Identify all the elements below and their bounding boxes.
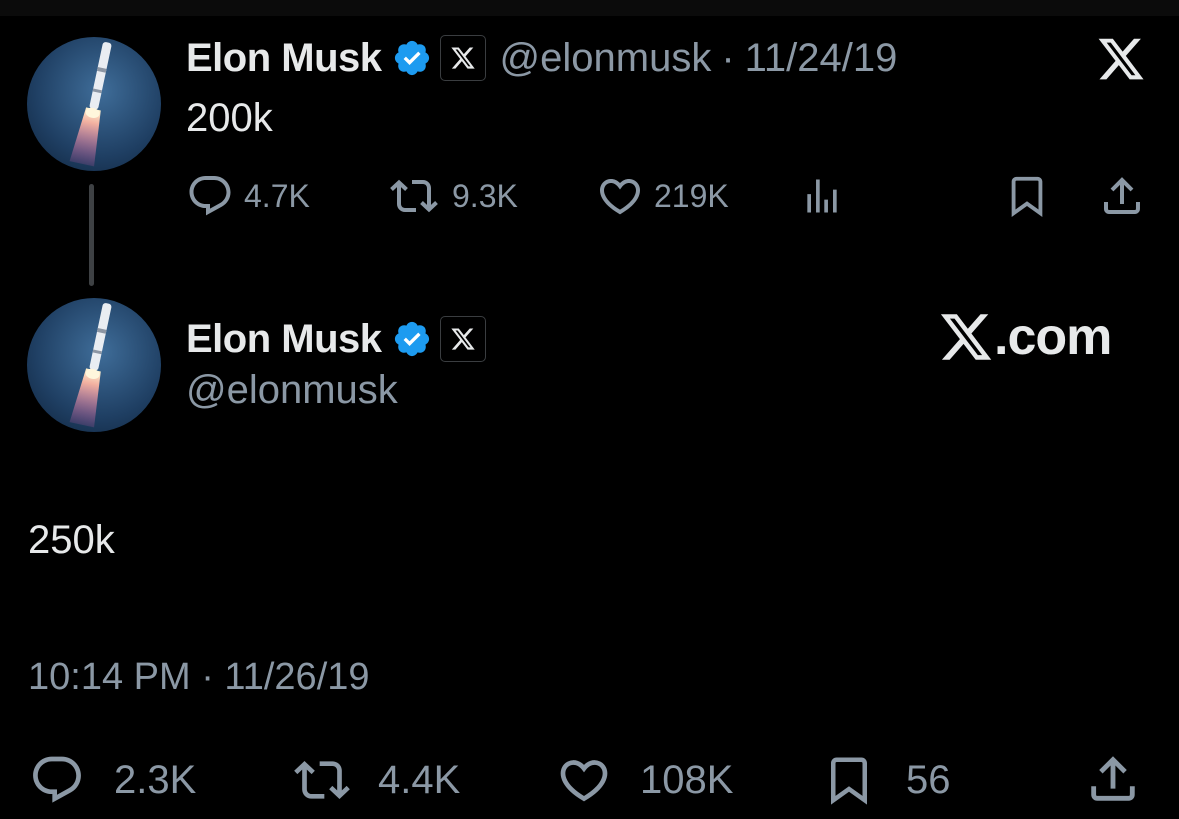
tweet-date[interactable]: 11/24/19 [745, 36, 898, 81]
tweet2-header: Elon Musk [186, 316, 486, 362]
thread-line [89, 184, 94, 286]
rocket-launch-icon [27, 298, 161, 432]
author-handle[interactable]: @elonmusk [500, 36, 712, 81]
reply-count: 4.7K [244, 177, 310, 214]
avatar[interactable] [27, 37, 161, 171]
share-icon [1104, 177, 1140, 214]
author-handle[interactable]: @elonmusk [186, 368, 398, 413]
retweet-count: 4.4K [378, 757, 461, 802]
x-logo-icon [1096, 34, 1146, 89]
brand-domain-text: .com [994, 308, 1112, 366]
reply-icon [189, 176, 231, 216]
bookmark-icon [1011, 176, 1043, 217]
tweet-text: 250k [28, 518, 115, 562]
x-logo-icon [940, 314, 992, 360]
like-button[interactable]: 219K [596, 172, 729, 220]
rocket-launch-icon [27, 37, 161, 171]
reply-count: 2.3K [114, 757, 197, 802]
views-button[interactable] [800, 174, 844, 218]
separator-dot: · [721, 35, 735, 80]
heart-icon [599, 179, 641, 215]
reply-button[interactable]: 2.3K [28, 752, 196, 808]
tweet-text: 200k [186, 96, 273, 140]
avatar[interactable] [27, 298, 161, 432]
share-button[interactable] [1098, 172, 1146, 220]
author-name[interactable]: Elon Musk [186, 317, 382, 362]
retweet-count: 9.3K [452, 177, 518, 214]
retweet-icon [390, 179, 438, 213]
heart-icon [560, 760, 608, 802]
bookmark-button[interactable] [1004, 172, 1050, 220]
retweet-icon [294, 761, 350, 799]
bookmark-icon [831, 757, 867, 805]
bookmark-button[interactable]: 56 [822, 750, 951, 810]
bookmark-count: 56 [906, 757, 951, 802]
x-affiliate-badge-icon[interactable] [439, 316, 486, 362]
retweet-button[interactable]: 4.4K [288, 752, 460, 808]
x-affiliate-badge-icon[interactable] [439, 35, 486, 81]
tweet-timestamp[interactable]: 10:14 PM · 11/26/19 [28, 656, 370, 699]
like-count: 108K [640, 757, 734, 802]
author-name[interactable]: Elon Musk [186, 36, 382, 81]
share-button[interactable] [1084, 750, 1142, 808]
reply-button[interactable]: 4.7K [186, 172, 310, 220]
views-chart-icon [807, 179, 837, 213]
x-com-brand: .com [938, 307, 1112, 367]
status-bar [0, 0, 1179, 16]
share-icon [1091, 756, 1135, 801]
tweet1-header: Elon Musk @elonmusk · 11/24/19 [186, 35, 897, 81]
like-count: 219K [654, 177, 729, 214]
retweet-button[interactable]: 9.3K [386, 172, 518, 220]
reply-icon [33, 756, 81, 803]
verified-badge-icon[interactable] [392, 38, 432, 78]
verified-badge-icon[interactable] [392, 319, 432, 359]
like-button[interactable]: 108K [554, 752, 733, 808]
